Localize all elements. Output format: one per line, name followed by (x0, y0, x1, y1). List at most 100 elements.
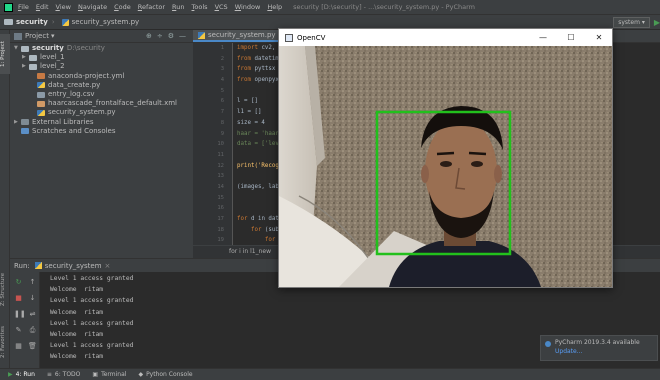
notification-title: PyCharm 2019.3.4 available (555, 339, 640, 346)
project-panel: Project ▾ ⊕÷⚙— ▼ security D:\security ▶ leve… (10, 30, 193, 258)
tree-item-path: D:\security (66, 44, 105, 52)
run-tab[interactable]: security_system (45, 262, 102, 270)
code-keyword: from (237, 66, 251, 73)
menu-item-vcs[interactable]: VCS (215, 3, 228, 11)
info-icon (545, 341, 551, 347)
line-number: 2 (220, 55, 224, 62)
line-number: 16 (217, 205, 224, 212)
tree-item[interactable]: ▶ level_1 (10, 53, 193, 62)
tree-item[interactable]: Scratches and Consoles (10, 127, 193, 136)
menu-item-file[interactable]: File (18, 3, 29, 11)
chevron-icon[interactable]: ▶ (14, 118, 21, 127)
chevron-down-icon[interactable]: ▾ (51, 32, 55, 40)
tree-item-label: security (32, 44, 64, 52)
tree-item[interactable]: entry_log.csv (10, 90, 193, 99)
tree-item-label: External Libraries (32, 117, 94, 126)
bottom-tool-bar: ▶ 4: Run ≡ 6: TODO ▣ Terminal ◆ Python Console (0, 368, 660, 380)
project-icon (14, 32, 22, 40)
tree-item[interactable]: ▶ level_2 (10, 62, 193, 71)
chevron-icon[interactable]: ▶ (22, 53, 29, 62)
project-panel-header: Project ▾ ⊕÷⚙— (10, 30, 193, 43)
menu-item-help[interactable]: Help (267, 3, 282, 11)
run-config-dropdown[interactable]: system ▾ (613, 17, 650, 28)
close-window-icon[interactable]: ✕ (586, 29, 612, 46)
favorites-tool-tab[interactable]: 2: Favorites (0, 320, 10, 364)
tree-item-label: Scratches and Consoles (32, 126, 116, 135)
csv-file-icon (37, 91, 45, 98)
opencv-window-title: OpenCV (297, 33, 326, 42)
camera-frame (279, 46, 612, 287)
menu-item-view[interactable]: View (56, 3, 71, 11)
left-ear (421, 165, 429, 183)
menu-item-code[interactable]: Code (114, 3, 131, 11)
breadcrumb-file[interactable]: security_system.py (72, 18, 140, 26)
bottom-tab-terminal[interactable]: ▣ Terminal (92, 371, 126, 378)
run-icon[interactable]: ▶ (654, 18, 660, 27)
console-line: Level 1 access granted (50, 297, 134, 305)
tree-item[interactable]: ▼ security D:\security (10, 44, 193, 53)
menu-item-edit[interactable]: Edit (36, 3, 49, 11)
project-tool-tab[interactable]: 1: Project (0, 34, 10, 74)
line-gutter: 1 2 3 4 5 6 7 8 9 10 11 12 13 14 15 16 17 18 19 (193, 43, 233, 245)
menu-item-refactor[interactable]: Refactor (138, 3, 165, 11)
pause-icon[interactable]: ❚❚ (14, 310, 26, 318)
run-controls: system ▾ ▶ (613, 17, 660, 28)
bottom-tab-6-todo[interactable]: ≡ 6: TODO (47, 371, 81, 378)
scroll-down-icon[interactable]: ↓ (28, 294, 37, 302)
bottom-tab-label: 6: TODO (54, 371, 81, 378)
maximize-icon[interactable]: ☐ (558, 29, 584, 46)
pin-icon[interactable]: ✎ (14, 326, 23, 334)
wrap-icon[interactable]: ⇌ (28, 310, 37, 318)
minimize-icon[interactable]: — (530, 29, 556, 46)
rerun-icon[interactable]: ↻ (14, 278, 23, 286)
stop-icon[interactable]: ■ (14, 294, 23, 302)
layout-icon[interactable]: ▦ (14, 342, 23, 350)
line-number: 17 (217, 216, 224, 222)
tab-security-system[interactable]: security_system.py × (193, 30, 291, 42)
structure-tool-tab[interactable]: Z: Structure (0, 268, 10, 312)
py-file-icon (37, 82, 45, 89)
line-number: 8 (220, 119, 224, 126)
code-keyword: for (237, 237, 276, 244)
bottom-tab-4-run[interactable]: ▶ 4: Run (8, 371, 35, 378)
menu-item-run[interactable]: Run (172, 3, 184, 11)
python-file-icon (34, 262, 42, 269)
console-line: Level 1 access granted (50, 342, 134, 350)
tree-item[interactable]: anaconda-project.yml (10, 72, 193, 81)
tree-item-label: data_create.py (48, 80, 101, 89)
breadcrumb-project[interactable]: security (16, 18, 48, 26)
scroll-up-icon[interactable]: ↑ (28, 278, 37, 286)
line-number: 5 (220, 87, 224, 94)
tree-item[interactable]: ▶ External Libraries (10, 118, 193, 127)
opencv-titlebar: OpenCV — ☐ ✕ (279, 29, 612, 46)
line-number: 10 (217, 141, 224, 148)
project-panel-title[interactable]: Project (25, 32, 49, 40)
bottom-tab-label: Python Console (146, 371, 193, 378)
update-notification: PyCharm 2019.3.4 available Update... (540, 335, 658, 361)
line-number: 3 (220, 66, 224, 73)
panel-tools[interactable]: ⊕÷⚙— (146, 32, 193, 40)
menu-item-window[interactable]: Window (235, 3, 261, 11)
chevron-icon[interactable]: ▶ (22, 62, 29, 71)
code-keyword: for (237, 226, 262, 233)
line-number: 12 (217, 162, 224, 169)
line-number: 11 (217, 151, 224, 158)
update-link[interactable]: Update... (555, 347, 653, 356)
folder-icon (4, 19, 13, 25)
line-number: 9 (220, 130, 224, 137)
bottom-tab-label: 4: Run (15, 371, 35, 378)
tree-item[interactable]: data_create.py (10, 81, 193, 90)
bottom-tab-label: Terminal (101, 371, 127, 378)
menu-bar: File Edit View Navigate Code Refactor Run Tools… (0, 0, 660, 14)
trash-icon[interactable]: 🗑 (28, 342, 37, 350)
close-icon[interactable]: × (105, 262, 111, 270)
tree-item[interactable]: haarcascade_frontalface_default.xml (10, 99, 193, 108)
print-icon[interactable]: ⎙ (28, 326, 37, 334)
tree-item[interactable]: security_system.py (10, 108, 193, 117)
menu-item-tools[interactable]: Tools (192, 3, 208, 11)
chevron-icon[interactable]: ▼ (14, 44, 21, 53)
bottom-tab-python-console[interactable]: ◆ Python Console (138, 371, 192, 378)
menu-item-navigate[interactable]: Navigate (78, 3, 107, 11)
folder-icon (29, 63, 37, 70)
folder-icon (21, 45, 29, 52)
